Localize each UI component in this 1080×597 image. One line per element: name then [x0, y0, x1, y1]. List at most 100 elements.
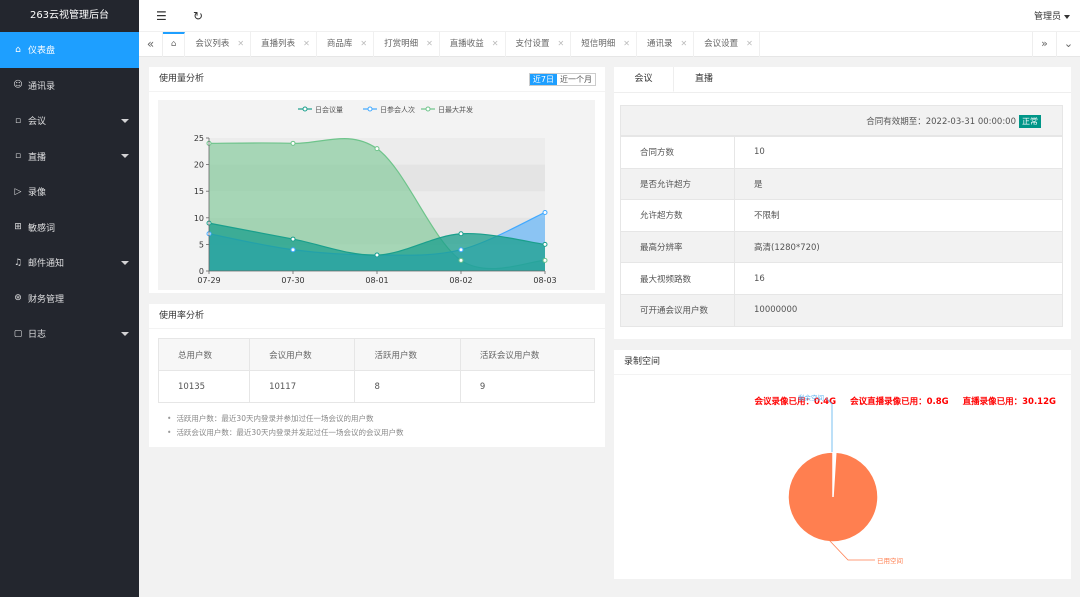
close-icon[interactable]: ✕	[492, 39, 499, 48]
tab-home[interactable]: ⌂	[163, 32, 186, 57]
tab-item[interactable]: 直播收益 ✕	[440, 32, 506, 57]
close-icon[interactable]: ✕	[426, 39, 433, 48]
tab-label: 打赏明细	[384, 39, 419, 49]
user-menu[interactable]: 管理员	[1034, 9, 1070, 22]
sensitive-icon: ⊞	[14, 222, 22, 233]
home-icon: ⌂	[15, 44, 21, 55]
note-item: 活跃会议用户数：最近30天内登录并发起过任一场会议的会议用户数	[167, 426, 403, 440]
close-icon[interactable]: ✕	[237, 39, 244, 48]
y-tick-label: 15	[194, 187, 204, 196]
pie-label: 已用空间	[877, 556, 903, 565]
row-key: 允许超方数	[620, 199, 735, 232]
sidebar-item-label: 日志	[28, 330, 47, 341]
tab-live[interactable]: 直播	[674, 67, 734, 92]
sidebar-item-label: 财务管理	[28, 294, 65, 305]
page-tabs: ⌂ 会议列表 ✕ 直播列表 ✕ 商品库 ✕ 打赏明细 ✕ 直播收益 ✕ 支付设置 ✕ 短信明…	[163, 32, 760, 57]
close-icon[interactable]: ✕	[623, 39, 630, 48]
data-point	[374, 146, 380, 152]
home-icon: ⌂	[171, 39, 177, 49]
table-header-cell: 活跃会议用户数	[459, 338, 596, 371]
tab-item[interactable]: 会议列表 ✕	[185, 32, 252, 57]
close-icon[interactable]: ✕	[746, 39, 753, 48]
refresh-icon[interactable]: ↻	[193, 9, 203, 23]
chevron-down-icon	[121, 154, 129, 159]
row-value: 16	[734, 262, 1063, 295]
data-point	[458, 247, 464, 253]
close-icon[interactable]: ✕	[680, 39, 687, 48]
pie-label-line	[825, 397, 833, 452]
sidebar-item-label: 仪表盘	[28, 46, 56, 57]
usage-rate-table: 总用户数 会议用户数 活跃用户数 活跃会议用户数 10135 10117 8 9	[157, 338, 596, 403]
tab-item[interactable]: 短信明细 ✕	[571, 32, 637, 57]
rate-notes: 活跃用户数：最近30天内登录并参加过任一场会议的用户数 活跃会议用户数：最近30…	[167, 412, 403, 440]
sidebar-item-label: 邮件通知	[28, 259, 65, 270]
close-icon[interactable]: ✕	[558, 39, 565, 48]
chevron-down-icon	[121, 260, 129, 265]
range-7-days-button[interactable]: 近7日	[529, 74, 557, 85]
recording-pie-chart: 剩余空间已用空间	[787, 393, 903, 565]
tab-item[interactable]: 会议设置 ✕	[694, 32, 760, 57]
tabs-scroll-left-icon[interactable]: «	[139, 32, 163, 57]
note-item: 活跃用户数：最近30天内登录并参加过任一场会议的用户数	[167, 412, 403, 426]
sidebar-item-mail[interactable]: ♫ 邮件通知	[0, 245, 139, 281]
legend-label: 日会议量	[315, 105, 343, 114]
y-tick-label: 10	[194, 214, 204, 223]
close-icon[interactable]: ✕	[303, 39, 310, 48]
table-header-cell: 活跃用户数	[354, 338, 461, 371]
tab-item[interactable]: 商品库 ✕	[317, 32, 375, 57]
close-icon[interactable]: ✕	[360, 39, 367, 48]
sidebar-item-dashboard[interactable]: ⌂ 仪表盘	[0, 32, 139, 68]
table-row: 最高分辨率 高清(1280*720)	[620, 230, 1063, 264]
data-point	[542, 257, 548, 263]
sidebar-item-video[interactable]: ▷ 录像	[0, 174, 139, 210]
sidebar-item-label: 通讯录	[28, 81, 56, 92]
y-tick-label: 25	[194, 134, 204, 143]
y-tick-label: 0	[199, 267, 204, 276]
x-tick-label: 07-29	[197, 276, 220, 285]
y-tick-label: 5	[199, 240, 204, 249]
tabs-menu-chevron-down-icon[interactable]: ⌄	[1056, 32, 1080, 57]
tab-item[interactable]: 支付设置 ✕	[506, 32, 572, 57]
tab-meeting[interactable]: 会议	[614, 67, 674, 92]
table-row: 10135 10117 8 9	[157, 370, 596, 403]
row-value: 10000000	[734, 293, 1063, 327]
tab-item[interactable]: 打赏明细 ✕	[374, 32, 440, 57]
x-tick-label: 08-01	[365, 276, 388, 285]
range-month-button[interactable]: 近一个月	[557, 74, 595, 85]
contract-label: 合同有效期至：2022-03-31 00:00:00	[866, 117, 1016, 127]
table-cell: 9	[459, 370, 596, 403]
log-icon: ▢	[13, 328, 23, 339]
row-value: 不限制	[734, 199, 1063, 232]
pie-slice	[787, 451, 879, 543]
sidebar-item-finance[interactable]: ⊛ 财务管理	[0, 281, 139, 317]
table-cell: 8	[354, 370, 461, 403]
tab-label: 通讯录	[646, 39, 673, 49]
sidebar-item-live[interactable]: ▫ 直播	[0, 139, 139, 175]
tabs-scroll-right-icon[interactable]: »	[1032, 32, 1056, 57]
finance-icon: ⊛	[14, 293, 22, 304]
meeting-info-card: 会议 直播 合同有效期至：2022-03-31 00:00:00 正常 合同方数 1…	[614, 67, 1071, 339]
table-row: 允许超方数 不限制	[620, 199, 1063, 232]
table-header-cell: 会议用户数	[249, 338, 356, 371]
top-header: ☰ ↻ 管理员	[139, 0, 1080, 32]
data-point	[290, 247, 296, 253]
sidebar-item-label: 直播	[28, 152, 47, 163]
table-row: 是否允许超方是	[620, 167, 1063, 201]
legend-label: 日最大并发	[438, 105, 473, 114]
sidebar-item-log[interactable]: ▢ 日志	[0, 316, 139, 352]
app-title: 263云视管理后台	[0, 0, 139, 32]
status-badge: 正常	[1019, 115, 1041, 128]
table-cell: 10117	[249, 370, 356, 403]
tab-item[interactable]: 直播列表 ✕	[251, 32, 317, 57]
tab-item[interactable]: 通讯录 ✕	[637, 32, 695, 57]
data-point	[458, 231, 464, 237]
card-title: 使用量分析 近7日 近一个月	[149, 67, 605, 92]
data-point	[374, 252, 380, 258]
menu-toggle-icon[interactable]: ☰	[156, 9, 167, 23]
pie-label-line	[828, 539, 875, 561]
table-row: 合同方数 10	[620, 136, 1063, 169]
sidebar-item-label: 录像	[28, 188, 47, 199]
sidebar-item-meeting[interactable]: ▫ 会议	[0, 103, 139, 139]
sidebar-item-sensitive[interactable]: ⊞ 敏感词	[0, 210, 139, 246]
sidebar-item-contacts[interactable]: ☺ 通讯录	[0, 68, 139, 104]
